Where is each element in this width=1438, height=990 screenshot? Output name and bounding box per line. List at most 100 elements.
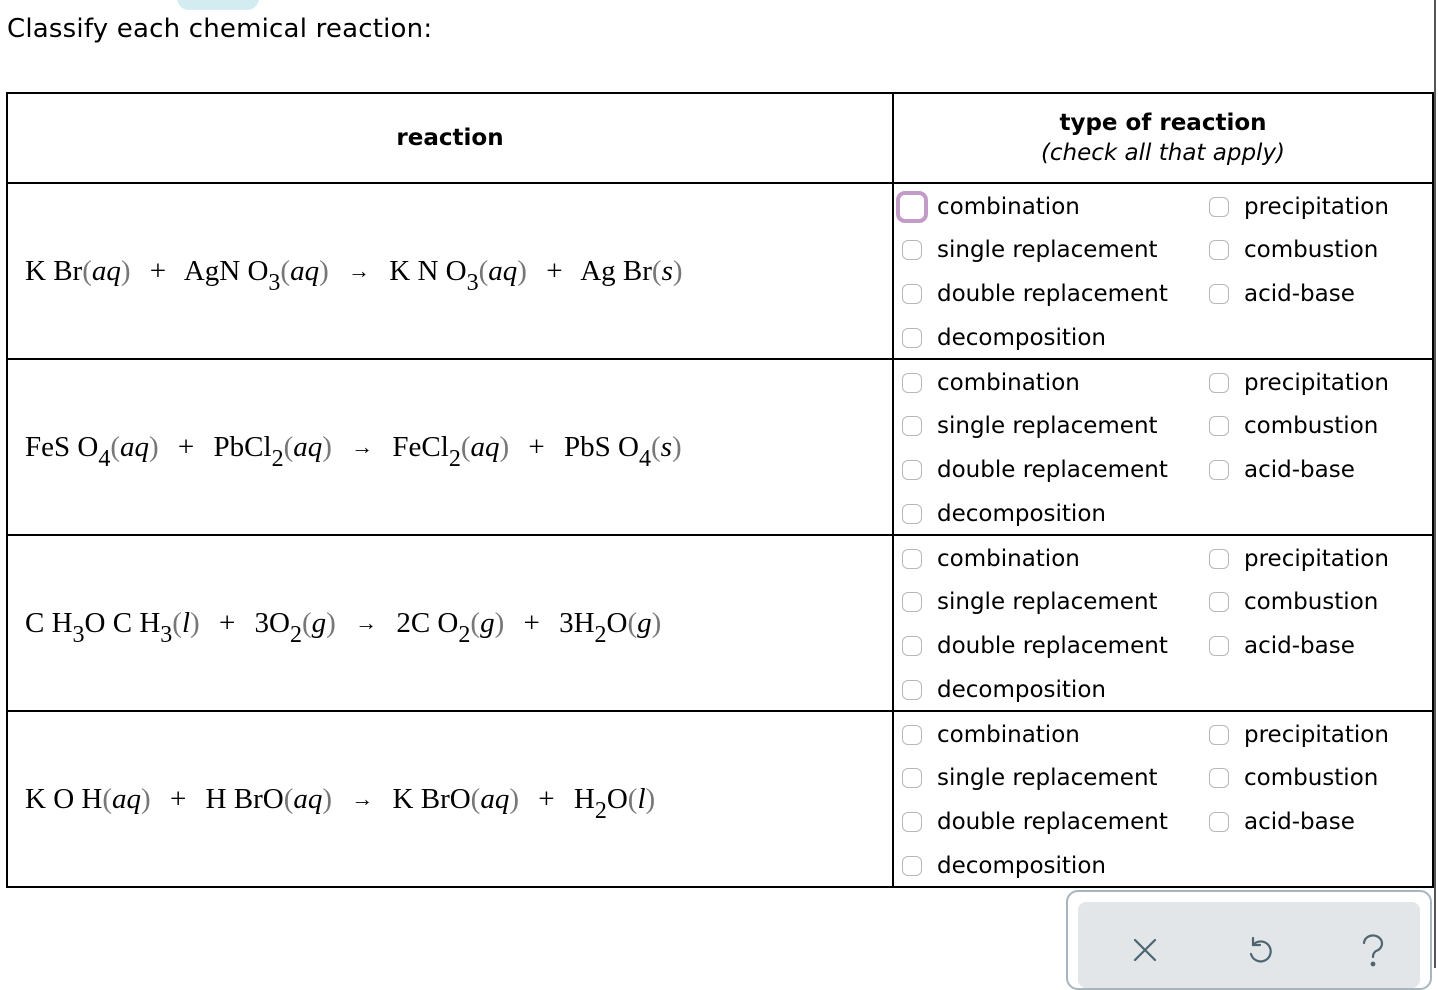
- checkbox[interactable]: [902, 856, 922, 876]
- option-acid-base[interactable]: acid-base: [1209, 807, 1355, 837]
- reactant: C H: [25, 606, 73, 639]
- reaction-table: reaction type of reaction (check all tha…: [6, 92, 1434, 888]
- option-precipitation[interactable]: precipitation: [1209, 544, 1389, 574]
- product: 2C O: [396, 606, 459, 639]
- checkbox[interactable]: [902, 460, 922, 480]
- reactant: K Br: [25, 254, 83, 287]
- undo-icon: [1249, 936, 1272, 963]
- checkbox[interactable]: [896, 191, 928, 223]
- equation-cell: K O H(aq) + H BrO(aq) → K BrO(aq) + H2O(…: [6, 710, 894, 888]
- option-combustion[interactable]: combustion: [1209, 411, 1378, 441]
- option-label: single replacement: [937, 589, 1158, 615]
- option-label: precipitation: [1244, 370, 1389, 396]
- checkbox[interactable]: [1209, 373, 1229, 393]
- option-label: decomposition: [937, 325, 1106, 351]
- checkbox[interactable]: [1209, 636, 1229, 656]
- checkbox[interactable]: [902, 240, 922, 260]
- option-label: precipitation: [1244, 722, 1389, 748]
- checkbox[interactable]: [902, 504, 922, 524]
- checkbox[interactable]: [1209, 284, 1229, 304]
- checkbox[interactable]: [902, 725, 922, 745]
- checkbox[interactable]: [902, 636, 922, 656]
- option-label: double replacement: [937, 457, 1168, 483]
- checkbox[interactable]: [1209, 592, 1229, 612]
- toolbar-panel: [1078, 902, 1420, 988]
- option-single-replacement[interactable]: single replacement: [902, 235, 1158, 265]
- checkbox[interactable]: [902, 328, 922, 348]
- reactant: AgN O: [183, 254, 269, 287]
- option-combustion[interactable]: combustion: [1209, 235, 1378, 265]
- option-precipitation[interactable]: precipitation: [1209, 368, 1389, 398]
- option-decomposition[interactable]: decomposition: [902, 851, 1106, 881]
- header-type-note: (check all that apply): [1040, 140, 1286, 166]
- clear-button[interactable]: [1125, 930, 1165, 970]
- option-double-replacement[interactable]: double replacement: [902, 455, 1168, 485]
- x-icon: [1133, 938, 1157, 962]
- option-label: precipitation: [1244, 194, 1389, 220]
- option-combination[interactable]: combination: [902, 368, 1080, 398]
- product: H: [573, 782, 595, 815]
- option-acid-base[interactable]: acid-base: [1209, 455, 1355, 485]
- undo-button[interactable]: [1239, 930, 1279, 970]
- table-row: FeS O4(aq) + PbCl2(aq) → FeCl2(aq) + PbS…: [6, 358, 1434, 536]
- option-precipitation[interactable]: precipitation: [1209, 192, 1389, 222]
- option-decomposition[interactable]: decomposition: [902, 675, 1106, 705]
- arrow-icon: →: [355, 609, 378, 635]
- checkbox[interactable]: [902, 373, 922, 393]
- option-label: decomposition: [937, 853, 1106, 879]
- option-precipitation[interactable]: precipitation: [1209, 720, 1389, 750]
- checkbox[interactable]: [902, 680, 922, 700]
- reactant: H BrO: [205, 782, 284, 815]
- options-cell: combination single replacement double repl…: [892, 710, 1434, 888]
- reactant: FeS O: [25, 430, 99, 463]
- option-label: combination: [937, 194, 1080, 220]
- reactant: PbCl: [213, 430, 272, 463]
- options-cell: combination single replacement double repl…: [892, 182, 1434, 360]
- options-grid: combination single replacement double repl…: [894, 184, 1432, 358]
- checkbox[interactable]: [1209, 812, 1229, 832]
- option-decomposition[interactable]: decomposition: [902, 323, 1106, 353]
- option-label: combustion: [1244, 765, 1379, 791]
- option-combustion[interactable]: combustion: [1209, 587, 1378, 617]
- checkbox[interactable]: [902, 812, 922, 832]
- option-label: combustion: [1244, 237, 1379, 263]
- option-double-replacement[interactable]: double replacement: [902, 807, 1168, 837]
- equation-cell: C H3O C H3(l) + 3O2(g) → 2C O2(g) + 3H2O…: [6, 534, 894, 712]
- option-single-replacement[interactable]: single replacement: [902, 763, 1158, 793]
- option-double-replacement[interactable]: double replacement: [902, 631, 1168, 661]
- checkbox[interactable]: [902, 592, 922, 612]
- option-combination[interactable]: combination: [902, 720, 1080, 750]
- product: PbS O: [564, 430, 639, 463]
- option-label: double replacement: [937, 809, 1168, 835]
- checkbox[interactable]: [1209, 416, 1229, 436]
- checkbox[interactable]: [1209, 197, 1229, 217]
- answer-toolbar: [1066, 890, 1432, 990]
- checkbox[interactable]: [1209, 460, 1229, 480]
- option-single-replacement[interactable]: single replacement: [902, 411, 1158, 441]
- option-combination[interactable]: combination: [896, 191, 1080, 223]
- table-row: K Br(aq) + AgN O3(aq) → K N O3(aq) + Ag …: [6, 182, 1434, 360]
- option-label: acid-base: [1244, 457, 1355, 483]
- checkbox[interactable]: [902, 416, 922, 436]
- help-button[interactable]: [1353, 930, 1393, 970]
- option-acid-base[interactable]: acid-base: [1209, 631, 1355, 661]
- checkbox[interactable]: [1209, 768, 1229, 788]
- equation-cell: FeS O4(aq) + PbCl2(aq) → FeCl2(aq) + PbS…: [6, 358, 894, 536]
- checkbox[interactable]: [902, 768, 922, 788]
- option-combination[interactable]: combination: [902, 544, 1080, 574]
- checkbox[interactable]: [902, 284, 922, 304]
- option-combustion[interactable]: combustion: [1209, 763, 1378, 793]
- checkbox[interactable]: [1209, 725, 1229, 745]
- reactant: 3O: [254, 606, 290, 639]
- option-label: double replacement: [937, 633, 1168, 659]
- checkbox[interactable]: [1209, 240, 1229, 260]
- top-tab: [177, 0, 259, 10]
- checkbox[interactable]: [902, 549, 922, 569]
- product: 3H: [559, 606, 595, 639]
- header-type-title: type of reaction: [1059, 110, 1267, 136]
- option-double-replacement[interactable]: double replacement: [902, 279, 1168, 309]
- option-single-replacement[interactable]: single replacement: [902, 587, 1158, 617]
- checkbox[interactable]: [1209, 549, 1229, 569]
- option-decomposition[interactable]: decomposition: [902, 499, 1106, 529]
- option-acid-base[interactable]: acid-base: [1209, 279, 1355, 309]
